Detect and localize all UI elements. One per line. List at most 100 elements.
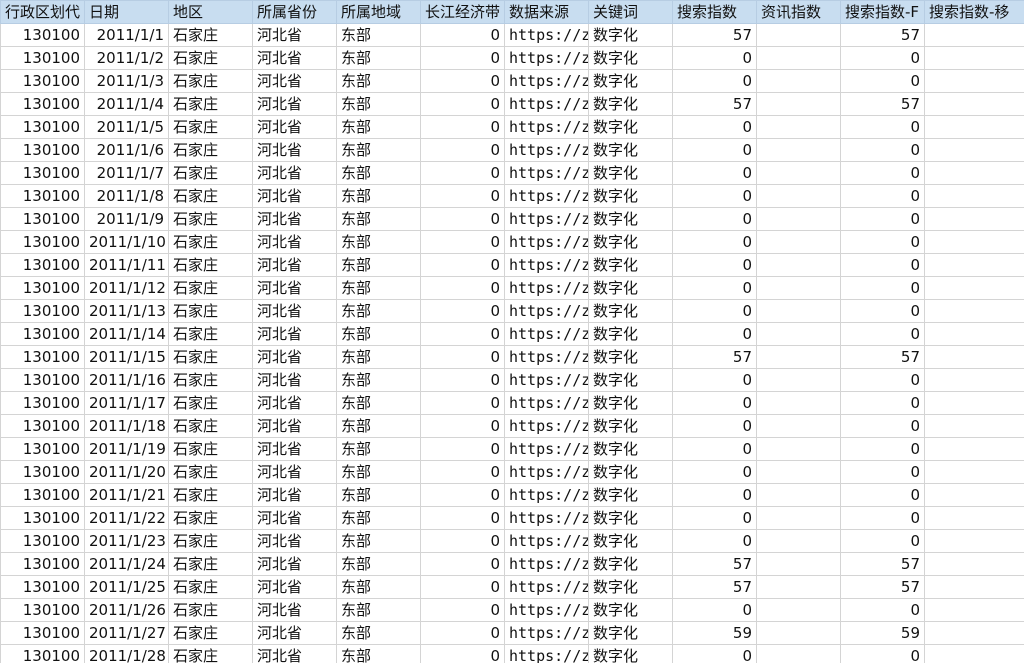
cell-r19-c11[interactable]: 0 bbox=[924, 460, 1024, 484]
cell-r11-c1[interactable]: 2011/1/12 bbox=[84, 276, 169, 300]
cell-r22-c10[interactable]: 0 bbox=[840, 529, 925, 553]
cell-r6-c5[interactable]: 0 bbox=[420, 161, 505, 185]
cell-r23-c8[interactable]: 57 bbox=[672, 552, 757, 576]
cell-r6-c0[interactable]: 130100 bbox=[0, 161, 85, 185]
cell-r21-c0[interactable]: 130100 bbox=[0, 506, 85, 530]
column-header-2[interactable]: 地区 bbox=[168, 0, 253, 24]
cell-r23-c9[interactable] bbox=[756, 552, 841, 576]
cell-r1-c2[interactable]: 石家庄 bbox=[168, 46, 253, 70]
cell-r19-c8[interactable]: 0 bbox=[672, 460, 757, 484]
cell-r9-c10[interactable]: 0 bbox=[840, 230, 925, 254]
column-header-6[interactable]: 数据来源 bbox=[504, 0, 589, 24]
column-header-8[interactable]: 搜索指数 bbox=[672, 0, 757, 24]
cell-r11-c4[interactable]: 东部 bbox=[336, 276, 421, 300]
cell-r4-c7[interactable]: 数字化 bbox=[588, 115, 673, 139]
cell-r7-c8[interactable]: 0 bbox=[672, 184, 757, 208]
cell-r10-c5[interactable]: 0 bbox=[420, 253, 505, 277]
cell-r8-c6[interactable]: https://zl bbox=[504, 207, 589, 231]
cell-r26-c6[interactable]: https://zl bbox=[504, 621, 589, 645]
cell-r22-c2[interactable]: 石家庄 bbox=[168, 529, 253, 553]
cell-r11-c11[interactable]: 0 bbox=[924, 276, 1024, 300]
cell-r4-c8[interactable]: 0 bbox=[672, 115, 757, 139]
cell-r23-c10[interactable]: 57 bbox=[840, 552, 925, 576]
cell-r27-c1[interactable]: 2011/1/28 bbox=[84, 644, 169, 663]
cell-r11-c6[interactable]: https://zl bbox=[504, 276, 589, 300]
cell-r0-c1[interactable]: 2011/1/1 bbox=[84, 23, 169, 47]
cell-r25-c1[interactable]: 2011/1/26 bbox=[84, 598, 169, 622]
cell-r15-c3[interactable]: 河北省 bbox=[252, 368, 337, 392]
cell-r27-c9[interactable] bbox=[756, 644, 841, 663]
cell-r21-c10[interactable]: 0 bbox=[840, 506, 925, 530]
cell-r6-c2[interactable]: 石家庄 bbox=[168, 161, 253, 185]
cell-r11-c8[interactable]: 0 bbox=[672, 276, 757, 300]
cell-r11-c7[interactable]: 数字化 bbox=[588, 276, 673, 300]
cell-r3-c11[interactable]: 0 bbox=[924, 92, 1024, 116]
cell-r15-c1[interactable]: 2011/1/16 bbox=[84, 368, 169, 392]
cell-r8-c10[interactable]: 0 bbox=[840, 207, 925, 231]
cell-r10-c3[interactable]: 河北省 bbox=[252, 253, 337, 277]
cell-r19-c0[interactable]: 130100 bbox=[0, 460, 85, 484]
cell-r9-c0[interactable]: 130100 bbox=[0, 230, 85, 254]
cell-r23-c3[interactable]: 河北省 bbox=[252, 552, 337, 576]
cell-r17-c9[interactable] bbox=[756, 414, 841, 438]
cell-r21-c8[interactable]: 0 bbox=[672, 506, 757, 530]
cell-r21-c1[interactable]: 2011/1/22 bbox=[84, 506, 169, 530]
cell-r8-c7[interactable]: 数字化 bbox=[588, 207, 673, 231]
cell-r20-c1[interactable]: 2011/1/21 bbox=[84, 483, 169, 507]
cell-r6-c11[interactable]: 0 bbox=[924, 161, 1024, 185]
cell-r27-c6[interactable]: https://zl bbox=[504, 644, 589, 663]
cell-r23-c1[interactable]: 2011/1/24 bbox=[84, 552, 169, 576]
cell-r11-c0[interactable]: 130100 bbox=[0, 276, 85, 300]
cell-r23-c6[interactable]: https://zl bbox=[504, 552, 589, 576]
cell-r16-c9[interactable] bbox=[756, 391, 841, 415]
cell-r9-c9[interactable] bbox=[756, 230, 841, 254]
cell-r13-c10[interactable]: 0 bbox=[840, 322, 925, 346]
cell-r2-c8[interactable]: 0 bbox=[672, 69, 757, 93]
cell-r14-c7[interactable]: 数字化 bbox=[588, 345, 673, 369]
cell-r12-c2[interactable]: 石家庄 bbox=[168, 299, 253, 323]
cell-r8-c3[interactable]: 河北省 bbox=[252, 207, 337, 231]
cell-r1-c11[interactable]: 0 bbox=[924, 46, 1024, 70]
cell-r6-c7[interactable]: 数字化 bbox=[588, 161, 673, 185]
cell-r7-c5[interactable]: 0 bbox=[420, 184, 505, 208]
cell-r15-c8[interactable]: 0 bbox=[672, 368, 757, 392]
cell-r17-c3[interactable]: 河北省 bbox=[252, 414, 337, 438]
cell-r23-c0[interactable]: 130100 bbox=[0, 552, 85, 576]
cell-r24-c4[interactable]: 东部 bbox=[336, 575, 421, 599]
cell-r20-c10[interactable]: 0 bbox=[840, 483, 925, 507]
column-header-7[interactable]: 关键词 bbox=[588, 0, 673, 24]
cell-r20-c11[interactable]: 0 bbox=[924, 483, 1024, 507]
cell-r22-c4[interactable]: 东部 bbox=[336, 529, 421, 553]
cell-r16-c10[interactable]: 0 bbox=[840, 391, 925, 415]
cell-r4-c9[interactable] bbox=[756, 115, 841, 139]
cell-r1-c9[interactable] bbox=[756, 46, 841, 70]
cell-r24-c5[interactable]: 0 bbox=[420, 575, 505, 599]
cell-r5-c10[interactable]: 0 bbox=[840, 138, 925, 162]
cell-r27-c11[interactable]: 0 bbox=[924, 644, 1024, 663]
cell-r4-c10[interactable]: 0 bbox=[840, 115, 925, 139]
cell-r13-c7[interactable]: 数字化 bbox=[588, 322, 673, 346]
cell-r8-c1[interactable]: 2011/1/9 bbox=[84, 207, 169, 231]
cell-r24-c0[interactable]: 130100 bbox=[0, 575, 85, 599]
cell-r25-c2[interactable]: 石家庄 bbox=[168, 598, 253, 622]
cell-r3-c10[interactable]: 57 bbox=[840, 92, 925, 116]
cell-r1-c5[interactable]: 0 bbox=[420, 46, 505, 70]
cell-r13-c6[interactable]: https://zl bbox=[504, 322, 589, 346]
cell-r18-c9[interactable] bbox=[756, 437, 841, 461]
cell-r12-c4[interactable]: 东部 bbox=[336, 299, 421, 323]
cell-r23-c4[interactable]: 东部 bbox=[336, 552, 421, 576]
cell-r3-c5[interactable]: 0 bbox=[420, 92, 505, 116]
cell-r18-c8[interactable]: 0 bbox=[672, 437, 757, 461]
cell-r2-c5[interactable]: 0 bbox=[420, 69, 505, 93]
cell-r11-c9[interactable] bbox=[756, 276, 841, 300]
cell-r7-c6[interactable]: https://zl bbox=[504, 184, 589, 208]
cell-r3-c2[interactable]: 石家庄 bbox=[168, 92, 253, 116]
cell-r7-c3[interactable]: 河北省 bbox=[252, 184, 337, 208]
cell-r19-c5[interactable]: 0 bbox=[420, 460, 505, 484]
cell-r10-c7[interactable]: 数字化 bbox=[588, 253, 673, 277]
cell-r21-c6[interactable]: https://zl bbox=[504, 506, 589, 530]
cell-r13-c1[interactable]: 2011/1/14 bbox=[84, 322, 169, 346]
cell-r6-c1[interactable]: 2011/1/7 bbox=[84, 161, 169, 185]
cell-r14-c10[interactable]: 57 bbox=[840, 345, 925, 369]
cell-r16-c6[interactable]: https://zl bbox=[504, 391, 589, 415]
